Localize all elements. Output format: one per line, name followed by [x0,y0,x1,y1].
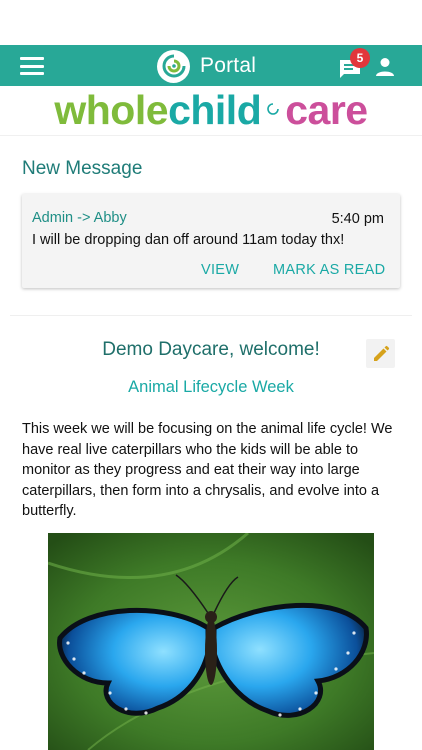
message-text: I will be dropping dan off around 11am t… [32,232,345,248]
brand: Portal [157,49,256,83]
whole-child-care-logo: wholechild care [0,86,422,136]
new-message-title: New Message [22,158,143,179]
butterfly-photo [48,533,374,750]
divider [10,315,412,316]
app-header: Portal 5 [0,45,422,86]
logo-word-child: child [168,87,262,133]
post-body: This week we will be focusing on the ani… [22,421,393,519]
status-bar [0,0,422,45]
menu-icon[interactable] [20,57,44,75]
app-title: Portal [200,54,257,77]
user-icon[interactable] [374,56,396,78]
message-card[interactable]: Admin -> Abby 5:40 pm I will be dropping… [22,194,400,288]
post-title: Demo Daycare, welcome! [102,339,320,360]
logo-icon [157,49,190,83]
view-button[interactable]: VIEW [201,262,239,278]
logo-word-whole: whole [54,87,169,133]
message-time: 5:40 pm [331,211,384,227]
mark-as-read-button[interactable]: MARK AS READ [273,262,385,278]
logo-mark-icon [267,102,280,120]
pencil-icon[interactable] [366,339,395,368]
message-sender: Admin -> Abby [32,210,127,226]
notification-badge[interactable]: 5 [350,48,370,68]
post-subtitle: Animal Lifecycle Week [128,378,294,396]
logo-word-care: care [285,87,368,133]
